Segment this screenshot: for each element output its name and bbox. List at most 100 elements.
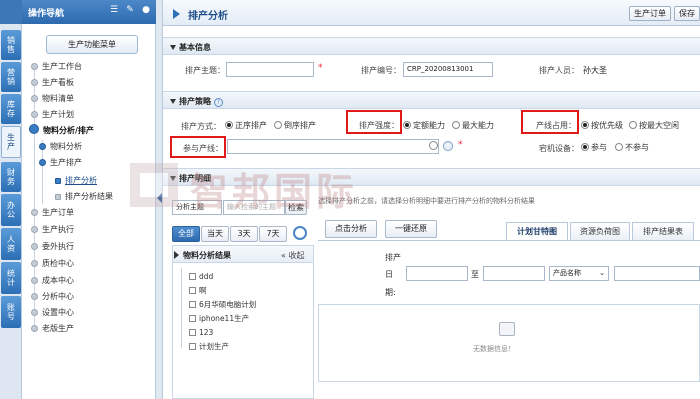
title-arrow-icon [173, 9, 180, 19]
nav-item-plan[interactable]: 生产计划 [31, 108, 74, 122]
tab-resource-load[interactable]: 资源负荷图 [570, 222, 630, 240]
module-tab-marketing[interactable]: 营销 [1, 62, 21, 92]
section-detail[interactable]: 排产明细 [163, 168, 700, 186]
nav-item-production-order[interactable]: 生产订单 [31, 206, 74, 220]
date-to-label: 至 [471, 270, 479, 279]
search-icon[interactable] [429, 141, 438, 150]
start-date-input[interactable] [406, 266, 468, 281]
code-label: 排产编号： [361, 66, 401, 75]
tree-item[interactable]: 啊 [189, 285, 207, 297]
line-select-label: 参与产线： [183, 144, 223, 153]
nav-item-production-scheduling[interactable]: 生产排产 [39, 156, 82, 170]
tree-item[interactable]: iphone11生产 [189, 313, 249, 325]
mode-backward-radio[interactable]: 倒序排产 [274, 120, 316, 131]
tab-all[interactable]: 全部 [172, 226, 200, 242]
divider [318, 240, 700, 241]
line-max-idle-radio[interactable]: 按最大空闲 [629, 120, 679, 131]
module-tab-production[interactable]: 生产 [1, 126, 21, 158]
nav-title: 操作导航 [28, 9, 65, 19]
confirm-icon[interactable] [443, 141, 453, 151]
page-title: 排产分析 [188, 11, 228, 22]
section-basic-info[interactable]: 基本信息 [163, 37, 700, 55]
help-icon[interactable]: ? [213, 98, 223, 107]
module-tab-finance[interactable]: 财务 [1, 162, 21, 192]
nav-item-quality[interactable]: 质检中心 [31, 257, 74, 271]
module-tab-inventory[interactable]: 库存 [1, 94, 21, 124]
save-button[interactable]: 保存 [674, 6, 700, 21]
nav-item-bom[interactable]: 物料清单 [31, 92, 74, 106]
nav-panel: 操作导航 ☰ ✎ ● 生产功能菜单 生产工作台 生产看板 物料清单 生产计划 物… [22, 0, 156, 399]
tab-7days[interactable]: 7天 [259, 226, 287, 242]
mode-forward-radio[interactable]: 正序排产 [225, 120, 267, 131]
module-tab-sales[interactable]: 销售 [1, 30, 21, 60]
intensity-quota-radio[interactable]: 定额能力 [403, 120, 445, 131]
filter-input[interactable]: 输入检索的主题 [223, 200, 285, 215]
tree-item[interactable]: 计划生产 [189, 341, 229, 353]
device-exclude-radio[interactable]: 不参与 [615, 142, 649, 153]
nav-item-workbench[interactable]: 生产工作台 [31, 60, 82, 74]
theme-input[interactable] [226, 62, 314, 77]
search-button[interactable]: 检索 [285, 200, 307, 215]
scheduling-hint: 选择排产分析之前，请选择分析明细中要进行排产分析的物料分析结果 [318, 197, 535, 205]
line-label: 产线占用： [536, 121, 576, 130]
collapse-arrow-icon[interactable] [157, 193, 162, 203]
main-content: 排产分析 生产订单 保存 基本信息 排产主题： * 排产编号： CRP_2020… [163, 0, 700, 399]
nav-item-cost[interactable]: 成本中心 [31, 274, 74, 288]
nav-item-material-analysis-group[interactable]: 物料分析/排产 [29, 124, 94, 138]
tree-line [181, 268, 182, 348]
tree-item[interactable]: 123 [189, 327, 213, 339]
collapse-button[interactable]: « 收起 [281, 250, 304, 261]
line-select-input[interactable] [227, 139, 439, 154]
panel-splitter[interactable] [156, 0, 163, 399]
nav-item-settings[interactable]: 设置中心 [31, 306, 74, 320]
nav-item-analysis-center[interactable]: 分析中心 [31, 290, 74, 304]
tab-3days[interactable]: 3天 [230, 226, 258, 242]
product-input[interactable] [614, 266, 700, 281]
module-tab-bar: 销售 营销 库存 生产 财务 办公 人资 统计 账号 [0, 0, 22, 399]
restore-button[interactable]: 一键还原 [385, 220, 437, 238]
product-select[interactable]: 产品名称 ⌄ [549, 266, 609, 281]
gantt-area [318, 304, 700, 382]
date-label: 日 [385, 270, 393, 279]
chevron-down-icon: ⌄ [599, 269, 605, 277]
tab-result-table[interactable]: 排产结果表 [632, 222, 694, 240]
date-label: 期: [385, 288, 396, 297]
click-analyze-button[interactable]: 点击分析 [325, 220, 377, 238]
nav-item-legacy[interactable]: 老版生产 [31, 322, 74, 336]
required-mark: * [318, 63, 323, 73]
section-strategy[interactable]: 排产策略 ? [163, 91, 700, 109]
person-value: 孙大圣 [583, 66, 607, 75]
device-include-radio[interactable]: 参与 [581, 142, 607, 153]
tab-gantt[interactable]: 计划甘特图 [506, 222, 568, 240]
nav-item-execution[interactable]: 生产执行 [31, 223, 74, 237]
line-priority-radio[interactable]: 按优先级 [581, 120, 623, 131]
list-icon[interactable]: ☰ [108, 5, 120, 17]
expand-arrow-icon[interactable] [174, 251, 179, 259]
module-tab-account[interactable]: 账号 [1, 296, 21, 328]
end-date-input[interactable] [483, 266, 545, 281]
code-input[interactable]: CRP_20200813001 [403, 62, 493, 77]
nav-item-outsourcing[interactable]: 委外执行 [31, 240, 74, 254]
person-label: 排产人员： [539, 66, 579, 75]
production-order-button[interactable]: 生产订单 [629, 6, 671, 21]
panel-title: 物料分析结果 [183, 251, 231, 260]
module-tab-hr[interactable]: 人资 [1, 228, 21, 260]
wrench-icon[interactable]: ✎ [124, 5, 136, 17]
intensity-max-radio[interactable]: 最大能力 [452, 120, 494, 131]
module-tab-stats[interactable]: 统计 [1, 262, 21, 294]
nav-item-scheduling-result[interactable]: 排产分析结果 [55, 190, 113, 204]
device-label: 宕机设备： [539, 144, 579, 153]
module-tab-office[interactable]: 办公 [1, 194, 21, 226]
production-menu-button[interactable]: 生产功能菜单 [46, 35, 138, 54]
nav-header: 操作导航 ☰ ✎ ● [22, 0, 156, 24]
intensity-label: 排产强度： [359, 121, 399, 130]
nav-item-scheduling-analysis[interactable]: 排产分析 [55, 174, 97, 188]
user-icon[interactable]: ● [140, 5, 152, 17]
nav-item-board[interactable]: 生产看板 [31, 76, 74, 90]
tree-item[interactable]: ddd [189, 271, 213, 283]
tree-item[interactable]: 6月华硕电脑计划 [189, 299, 256, 311]
tab-today[interactable]: 当天 [201, 226, 229, 242]
filter-select[interactable]: 分析主题 [172, 200, 222, 215]
nav-item-material-analysis[interactable]: 物料分析 [39, 140, 82, 154]
settings-icon[interactable] [293, 226, 307, 240]
